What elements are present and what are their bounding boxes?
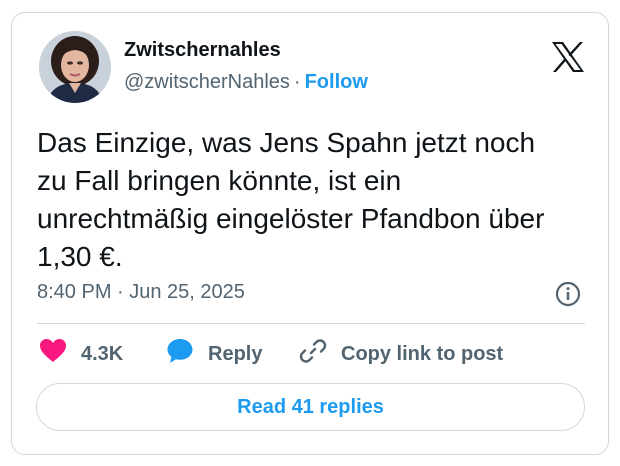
- author-handle[interactable]: @zwitscherNahles: [124, 71, 290, 93]
- separator-dot: ·: [293, 71, 301, 93]
- avatar-image: [39, 31, 111, 103]
- link-icon: [299, 337, 327, 371]
- heart-icon: [39, 338, 67, 370]
- reply-label: Reply: [208, 342, 263, 365]
- info-icon[interactable]: [555, 281, 581, 307]
- follow-button[interactable]: Follow: [305, 71, 368, 93]
- like-button[interactable]: 4.3K: [39, 338, 123, 370]
- read-replies-button[interactable]: Read 41 replies: [36, 383, 585, 431]
- avatar[interactable]: [39, 31, 111, 103]
- speech-bubble-icon: [166, 337, 194, 371]
- copy-link-button[interactable]: Copy link to post: [299, 338, 503, 370]
- tweet-card: Zwitschernahles @zwitscherNahles · Follow …: [11, 12, 609, 455]
- author-handle-line: @zwitscherNahles · Follow: [124, 71, 368, 94]
- divider: [37, 323, 585, 324]
- tweet-text: Das Einzige, was Jens Spahn jetzt noch z…: [37, 127, 545, 272]
- like-count: 4.3K: [81, 342, 124, 365]
- x-logo-icon[interactable]: [551, 41, 585, 73]
- author-display-name[interactable]: Zwitschernahles: [124, 39, 281, 62]
- reply-button[interactable]: Reply: [166, 338, 262, 370]
- copy-link-label: Copy link to post: [341, 342, 504, 365]
- tweet-timestamp[interactable]: 8:40 PM · Jun 25, 2025: [37, 281, 245, 304]
